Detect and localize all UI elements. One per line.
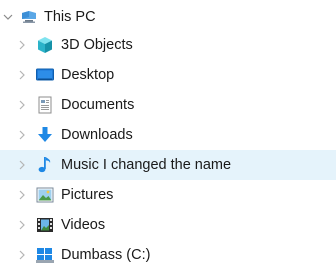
tree-item-label: Dumbass (C:) bbox=[61, 247, 151, 263]
chevron-right-icon[interactable] bbox=[15, 68, 29, 82]
tree-item-label: Desktop bbox=[61, 67, 115, 83]
tree-item-pictures[interactable]: Pictures bbox=[0, 180, 336, 210]
tree-item-label: Documents bbox=[61, 97, 135, 113]
tree-item-label: Pictures bbox=[61, 187, 114, 203]
tree-item-label: 3D Objects bbox=[61, 37, 133, 53]
music-icon bbox=[36, 156, 54, 174]
chevron-right-icon[interactable] bbox=[15, 188, 29, 202]
tree-item-downloads[interactable]: Downloads bbox=[0, 120, 336, 150]
chevron-right-icon[interactable] bbox=[15, 158, 29, 172]
downloads-icon bbox=[36, 126, 54, 144]
drive-icon bbox=[36, 246, 54, 264]
desktop-icon bbox=[36, 66, 54, 84]
videos-icon bbox=[36, 216, 54, 234]
documents-icon bbox=[36, 96, 54, 114]
tree-item-label: Downloads bbox=[61, 127, 133, 143]
tree-item-drive-c[interactable]: Dumbass (C:) bbox=[0, 240, 336, 270]
chevron-right-icon[interactable] bbox=[15, 218, 29, 232]
chevron-right-icon[interactable] bbox=[15, 248, 29, 262]
navigation-tree: This PC 3D Objects Desktop Documents Dow… bbox=[0, 0, 336, 263]
tree-item-videos[interactable]: Videos bbox=[0, 210, 336, 240]
tree-item-label: Videos bbox=[61, 217, 106, 233]
tree-item-3d-objects[interactable]: 3D Objects bbox=[0, 30, 336, 60]
tree-item-label: Music I changed the name bbox=[61, 157, 232, 173]
chevron-down-icon[interactable] bbox=[1, 10, 15, 24]
tree-item-this-pc[interactable]: This PC bbox=[0, 2, 336, 32]
3d-objects-icon bbox=[36, 36, 54, 54]
tree-item-label: This PC bbox=[44, 9, 96, 25]
chevron-right-icon[interactable] bbox=[15, 38, 29, 52]
this-pc-icon bbox=[20, 8, 38, 26]
tree-item-desktop[interactable]: Desktop bbox=[0, 60, 336, 90]
tree-item-music[interactable]: Music I changed the name bbox=[0, 150, 336, 180]
pictures-icon bbox=[36, 186, 54, 204]
tree-item-documents[interactable]: Documents bbox=[0, 90, 336, 120]
chevron-right-icon[interactable] bbox=[15, 98, 29, 112]
chevron-right-icon[interactable] bbox=[15, 128, 29, 142]
